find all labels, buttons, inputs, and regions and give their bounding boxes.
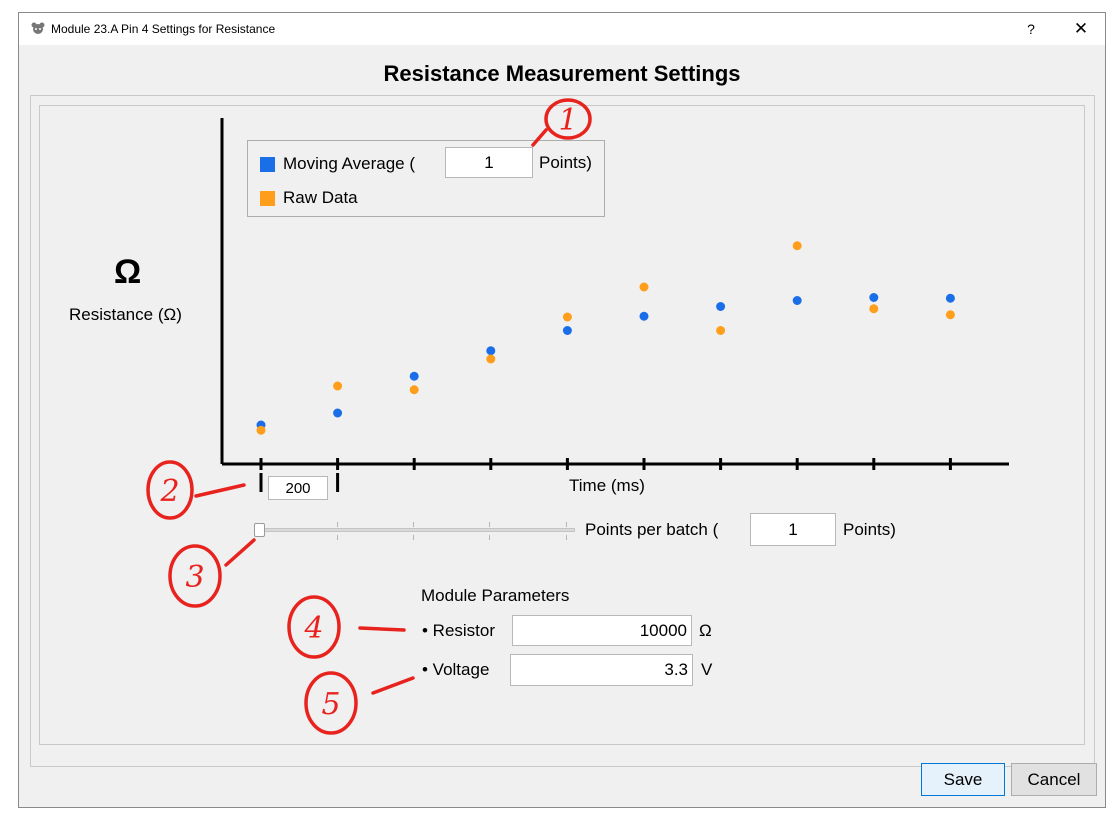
save-button[interactable]: Save [921, 763, 1005, 796]
resistor-input[interactable]: 10000 [512, 615, 692, 646]
resistor-unit: Ω [699, 621, 712, 640]
points-per-batch-suffix: Points) [843, 520, 896, 539]
raw-data-point [639, 282, 649, 292]
voltage-label: • Voltage [422, 660, 490, 679]
raw-data-point [486, 354, 496, 364]
slider-tick [337, 522, 338, 527]
raw-data-point [333, 381, 343, 391]
moving-average-point [562, 326, 572, 335]
moving-average-label: Moving Average ( [283, 154, 415, 173]
points-per-batch-input[interactable]: 1 [750, 513, 836, 546]
raw-data-point [256, 425, 266, 435]
moving-average-point [333, 408, 343, 418]
slider-tick [566, 535, 567, 540]
slider-handle[interactable] [254, 523, 265, 537]
raw-data-point [869, 304, 879, 314]
raw-data-point [562, 312, 572, 322]
voltage-unit: V [701, 660, 713, 679]
batch-width-input[interactable]: 200 [268, 476, 328, 500]
moving-average-points-suffix: Points) [539, 153, 592, 172]
slider-tick [337, 535, 338, 540]
raw-data-point [792, 241, 802, 251]
resistance-scatter-chart [220, 118, 1009, 492]
raw-data-point [945, 310, 955, 320]
chart-legend: Moving Average ( Raw Data [247, 140, 605, 217]
y-axis-label: Resistance (Ω) [69, 305, 182, 324]
moving-average-point [945, 293, 955, 303]
moving-average-point [792, 296, 802, 305]
moving-average-swatch-icon [260, 156, 275, 172]
moving-average-points-input[interactable]: 1 [445, 147, 533, 178]
raw-data-label: Raw Data [283, 188, 358, 207]
points-per-batch-label: Points per batch ( [585, 520, 719, 539]
legend-item-moving-average: Moving Average ( [260, 152, 415, 176]
x-axis-label: Time (ms) [569, 476, 645, 495]
raw-data-point [716, 326, 726, 335]
settings-dialog-window: Module 23.A Pin 4 Settings for Resistanc… [18, 12, 1106, 808]
moving-average-point [639, 311, 649, 321]
slider-tick [413, 535, 414, 540]
voltage-input[interactable]: 3.3 [510, 654, 693, 686]
moving-average-point [486, 346, 496, 356]
resistor-label: • Resistor [422, 621, 496, 640]
legend-item-raw-data: Raw Data [260, 186, 358, 210]
slider-tick [489, 522, 490, 527]
module-parameters-heading: Module Parameters [421, 586, 570, 605]
moving-average-point [409, 371, 419, 381]
raw-data-swatch-icon [260, 190, 275, 206]
slider-tick [413, 522, 414, 527]
cancel-button[interactable]: Cancel [1011, 763, 1097, 796]
y-axis-ohm-symbol: Ω [114, 253, 142, 291]
slider-tick [566, 522, 567, 527]
moving-average-point [869, 293, 879, 302]
slider-tick [489, 535, 490, 540]
raw-data-point [409, 385, 419, 395]
points-per-batch-slider[interactable] [259, 528, 575, 532]
moving-average-point [716, 302, 726, 311]
